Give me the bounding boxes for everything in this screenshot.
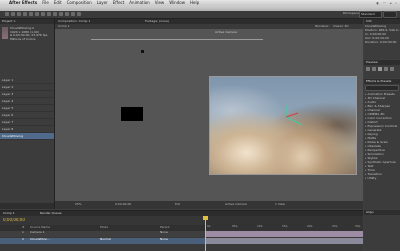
layer-transform-gizmo[interactable] [210, 77, 356, 174]
tick-label: 10s [257, 224, 263, 228]
timeline-current-time[interactable]: 0;00;00;00 [3, 218, 25, 223]
next-frame-icon[interactable] [384, 67, 388, 71]
effects-presets-panel: Effects & Presets ▸Animation Presets ▸3D… [364, 79, 400, 209]
list-item-selected[interactable]: CloudsMoving [0, 133, 54, 140]
camera-tool-icon[interactable] [29, 12, 33, 16]
active-camera-label: Active Camera [215, 31, 238, 34]
clone-tool-icon[interactable] [65, 12, 69, 16]
tick-label: 25s [332, 224, 338, 228]
list-item[interactable]: Layer 2 [0, 84, 54, 91]
col-mode[interactable]: Mode [100, 226, 108, 230]
comp-viewport[interactable]: Active Camera [55, 29, 363, 201]
brush-tool-icon[interactable] [59, 12, 63, 16]
table-row[interactable]: 1 Camera 1 None [0, 231, 205, 237]
list-item[interactable]: Layer 5 [0, 105, 54, 112]
tick-label: 05s [232, 224, 238, 228]
last-frame-icon[interactable] [390, 67, 394, 71]
selection-tool-icon[interactable] [5, 12, 9, 16]
project-panel: Project × CloudsMoving.4 1920 x 1080 (1.… [0, 19, 55, 209]
info-line: Duration: 0;00;30;00 [365, 40, 397, 44]
black-solid-layer[interactable] [121, 107, 143, 121]
row-num: 1 [22, 231, 24, 234]
preview-controls [364, 65, 400, 73]
project-item-colors: Millions of Colors [10, 37, 36, 41]
row-parent[interactable]: None [160, 231, 168, 235]
effects-category[interactable]: ▸Utility [364, 176, 400, 180]
camera-point-of-interest[interactable] [141, 50, 144, 53]
camera-path-line [91, 39, 263, 40]
tick-label: 15s [282, 224, 288, 228]
zoom-tool-icon[interactable] [17, 12, 21, 16]
camera-select[interactable]: Active Camera [225, 203, 247, 207]
text-tool-icon[interactable] [53, 12, 57, 16]
time-ruler[interactable]: 0s 05s 10s 15s 20s 25s 30s [205, 216, 363, 231]
row-name[interactable]: CloudsMovi... [30, 238, 50, 242]
mask-tool-icon[interactable] [41, 12, 45, 16]
current-time[interactable]: 0;00;00;00 [115, 203, 131, 207]
project-item-info: CloudsMoving.4 1920 x 1080 (1.00) Δ 0;00… [10, 27, 54, 41]
pen-tool-icon[interactable] [47, 12, 51, 16]
list-item[interactable]: Layer 3 [0, 91, 54, 98]
play-icon[interactable] [378, 67, 382, 71]
table-row[interactable]: 2 CloudsMovi... Normal None [0, 238, 205, 244]
playhead[interactable] [205, 216, 206, 251]
row-parent[interactable]: None [160, 238, 168, 242]
align-panel: Align [364, 210, 400, 250]
tool-group [5, 12, 81, 16]
effects-tab[interactable]: Effects & Presets [364, 79, 400, 84]
layer-duration-bar[interactable] [205, 238, 363, 244]
zoom-select[interactable]: 25% [75, 203, 82, 207]
viewport-controls: 25% 0;00;00;00 Full Active Camera 1 View [55, 201, 363, 209]
tools-bar: Workspace: Standard [0, 11, 400, 19]
project-list: Layer 1 Layer 2 Layer 3 Layer 4 Layer 5 … [0, 77, 54, 140]
timeline-controls: 0;00;00;00 [0, 216, 205, 225]
layer-duration-bar[interactable] [205, 231, 363, 237]
composition-panel: Composition: Comp 1 Footage: (none) Comp… [55, 19, 363, 209]
list-item[interactable]: Layer 4 [0, 98, 54, 105]
tick-label: 0s [207, 224, 211, 228]
prev-frame-icon[interactable] [372, 67, 376, 71]
workspace-label: Workspace: [342, 12, 360, 15]
eraser-tool-icon[interactable] [71, 12, 75, 16]
col-num: # [22, 226, 25, 229]
tick-label: 20s [307, 224, 313, 228]
tick-label: 30s [355, 224, 361, 228]
row-mode[interactable]: Normal [100, 238, 111, 242]
preview-panel: Preview [364, 60, 400, 78]
playhead-handle[interactable] [203, 216, 208, 220]
hand-tool-icon[interactable] [11, 12, 15, 16]
project-tab[interactable]: Project × [0, 19, 54, 24]
col-parent[interactable]: Parent [160, 226, 170, 230]
first-frame-icon[interactable] [366, 67, 370, 71]
align-tab[interactable]: Align [364, 210, 400, 215]
info-panel: Info CloudsMoving Position: 986.9, 540.0… [364, 19, 400, 59]
expand-arrow-icon: ▸ [365, 176, 367, 180]
project-footer [0, 203, 54, 209]
list-item[interactable]: Layer 8 [0, 126, 54, 133]
row-name[interactable]: Camera 1 [30, 231, 45, 235]
list-item[interactable]: Layer 6 [0, 112, 54, 119]
clouds-layer-frame[interactable] [209, 76, 357, 175]
help-search-input[interactable] [383, 11, 397, 18]
list-item[interactable]: Layer 7 [0, 119, 54, 126]
project-item-thumbnail [2, 27, 8, 39]
rotate-tool-icon[interactable] [23, 12, 27, 16]
timeline-panel: Comp 1 Render Queue 0;00;00;00 # Source … [0, 210, 363, 251]
resolution-select[interactable]: Full [175, 203, 180, 207]
list-item[interactable]: Layer 1 [0, 77, 54, 84]
col-source-name[interactable]: Source Name [30, 226, 50, 230]
workspace-select[interactable]: Standard [359, 11, 382, 18]
effects-search-input[interactable] [365, 85, 399, 91]
row-num: 2 [22, 238, 24, 241]
pan-behind-tool-icon[interactable] [35, 12, 39, 16]
puppet-tool-icon[interactable] [77, 12, 81, 16]
view-layout-select[interactable]: 1 View [275, 203, 285, 207]
